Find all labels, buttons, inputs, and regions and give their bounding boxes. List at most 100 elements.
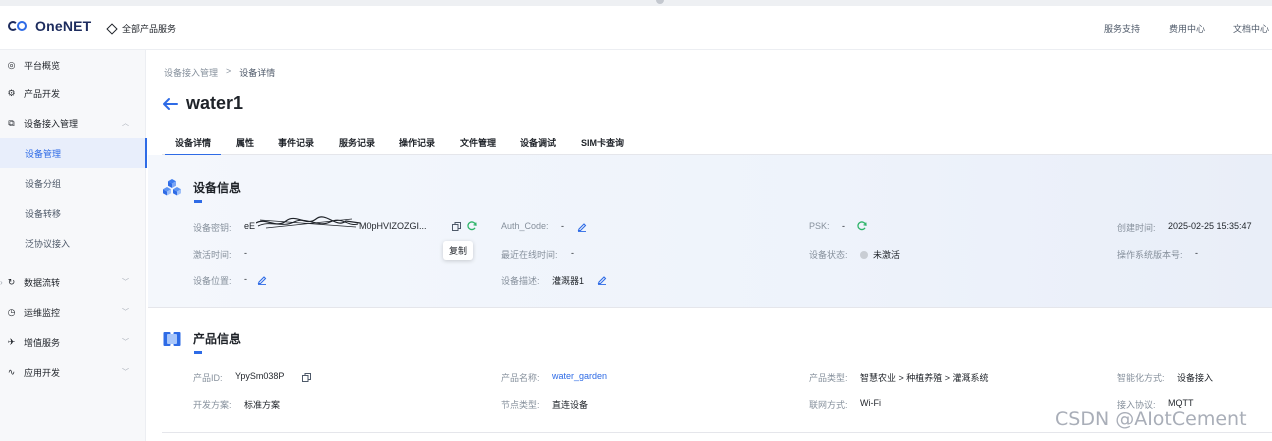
product-id-label: 产品ID:: [193, 373, 223, 383]
device-access-icon: ⧉: [8, 117, 15, 128]
title-row: water1: [162, 93, 243, 114]
device-status-value: 未激活: [873, 250, 901, 260]
copy-product-id-icon[interactable]: [302, 373, 311, 382]
created-time-label: 创建时间:: [1117, 223, 1156, 233]
section-divider: [162, 432, 1272, 433]
sidebar-sub-device-group[interactable]: 设备分组: [0, 168, 146, 198]
status-dot: [860, 251, 868, 259]
sidebar-sub-label: 设备转移: [25, 208, 62, 219]
watermark: CSDN @AIotCement: [1055, 408, 1247, 430]
tab-service-records[interactable]: 服务记录: [339, 136, 375, 149]
os-version-label: 操作系统版本号:: [1117, 250, 1183, 260]
logo-mark-icon: [8, 19, 34, 33]
edit-description-icon[interactable]: [597, 275, 607, 285]
last-online-label: 最近在线时间:: [501, 250, 558, 260]
chevron-down-icon: ﹀: [122, 369, 129, 376]
device-info-heading: 设备信息: [193, 181, 242, 195]
tab-bar: 设备详情 属性 事件记录 服务记录 操作记录 文件管理 设备调试 SIM卡查询: [162, 131, 1272, 156]
sidebar-sub-label: 设备分组: [25, 178, 62, 189]
device-key-value-start: eE: [244, 221, 256, 231]
chevron-down-icon: ﹀: [122, 309, 129, 316]
smart-method-value: 设备接入: [1177, 373, 1214, 383]
all-services-label: 全部产品服务: [122, 24, 177, 34]
sidebar-item-app-dev[interactable]: ∿ 应用开发 ﹀: [0, 357, 146, 387]
logo[interactable]: OneNET: [8, 18, 91, 34]
tab-properties[interactable]: 属性: [236, 136, 254, 149]
product-box-icon: [163, 330, 181, 350]
back-arrow-icon[interactable]: [162, 97, 178, 111]
sidebar-sub-device-transfer[interactable]: 设备转移: [0, 198, 146, 228]
chevron-down-icon: ﹀: [122, 339, 129, 346]
breadcrumb-separator: >: [226, 66, 232, 76]
sidebar-sub-label: 设备管理: [25, 148, 62, 159]
sidebar-item-label: 运维监控: [24, 307, 61, 318]
sidebar-sub-label: 泛协议接入: [25, 238, 71, 249]
sidebar-item-label: 产品开发: [24, 88, 61, 99]
refresh-psk-icon[interactable]: [857, 221, 867, 231]
product-type-value: 智慧农业 > 种植养殖 > 灌溉系统: [860, 373, 989, 383]
network-value: Wi-Fi: [860, 398, 881, 408]
monitor-icon: ◷: [7, 306, 16, 317]
tab-operation-records[interactable]: 操作记录: [399, 136, 435, 149]
nav-support[interactable]: 服务支持: [1104, 22, 1140, 35]
product-type-label: 产品类型:: [809, 373, 848, 383]
sidebar-item-value-added[interactable]: ✈ 增值服务 ﹀: [0, 327, 146, 357]
psk-value: -: [842, 221, 845, 231]
copy-key-icon[interactable]: [452, 222, 461, 231]
nav-billing[interactable]: 费用中心: [1169, 22, 1205, 35]
activated-time-label: 激活时间:: [193, 250, 232, 260]
auth-code-value: -: [561, 221, 564, 231]
scroll-indicator: [656, 0, 664, 4]
sidebar-item-label: 设备接入管理: [24, 118, 79, 129]
network-label: 联网方式:: [809, 400, 848, 410]
nav-docs[interactable]: 文档中心: [1233, 22, 1269, 35]
app-dev-icon: ∿: [7, 366, 16, 377]
edit-auth-code-icon[interactable]: [577, 222, 587, 232]
chevron-down-icon: ﹀: [122, 279, 129, 286]
sidebar-sub-device-management[interactable]: 设备管理: [0, 138, 147, 168]
product-name-link[interactable]: water_garden: [552, 371, 607, 381]
tab-file-management[interactable]: 文件管理: [460, 136, 496, 149]
tab-sim-query[interactable]: SIM卡查询: [581, 136, 624, 149]
last-online-value: -: [571, 248, 574, 258]
edit-location-icon[interactable]: [257, 275, 267, 285]
tab-event-records[interactable]: 事件记录: [278, 136, 314, 149]
sidebar-item-label: 应用开发: [24, 367, 61, 378]
sidebar-item-monitor[interactable]: ◷ 运维监控 ﹀: [0, 297, 146, 327]
device-key-value-end: M0pHVIZOZGI...: [359, 221, 427, 231]
device-key-label: 设备密钥:: [193, 223, 232, 233]
product-name-label: 产品名称:: [501, 373, 540, 383]
sidebar-item-product-dev[interactable]: ⚙ 产品开发: [0, 78, 146, 108]
logo-text: OneNET: [35, 18, 92, 34]
tooltip-text: 复制: [448, 246, 467, 256]
sidebar-item-label: 增值服务: [24, 337, 61, 348]
sidebar-item-platform[interactable]: ◎ 平台概览: [0, 50, 146, 80]
activated-time-value: -: [244, 248, 247, 258]
redaction-scribble: [256, 216, 360, 229]
os-version-value: -: [1195, 248, 1198, 258]
auth-code-label: Auth_Code:: [501, 221, 549, 231]
sidebar-item-device-access[interactable]: ⧉ 设备接入管理 ︿: [0, 108, 146, 138]
smart-method-label: 智能化方式:: [1117, 373, 1165, 383]
dev-plan-label: 开发方案:: [193, 400, 232, 410]
diamond-icon: [106, 22, 118, 35]
sidebar: ◎ 平台概览 ⚙ 产品开发 ⧉ 设备接入管理 ︿ 设备管理 设备分组 设备转移 …: [0, 50, 147, 441]
all-services-menu[interactable]: 全部产品服务: [106, 22, 177, 35]
tab-device-debug[interactable]: 设备调试: [520, 136, 556, 149]
copy-tooltip: 复制: [443, 241, 473, 260]
product-dev-icon: ⚙: [7, 87, 16, 98]
sidebar-item-label: 数据流转: [24, 277, 61, 288]
node-type-label: 节点类型:: [501, 400, 540, 410]
location-value: -: [244, 274, 247, 284]
node-type-value: 直连设备: [552, 400, 589, 410]
refresh-key-icon[interactable]: [467, 221, 477, 231]
description-value: 灌溉器1: [552, 276, 585, 286]
dev-plan-value: 标准方案: [244, 400, 281, 410]
breadcrumb-parent[interactable]: 设备接入管理: [164, 66, 218, 79]
sidebar-item-data-flow[interactable]: ↻ 数据流转 ﹀: [0, 267, 146, 297]
tab-device-details[interactable]: 设备详情: [164, 136, 222, 156]
device-status-label: 设备状态:: [809, 250, 848, 260]
product-info-heading: 产品信息: [193, 332, 242, 346]
device-cubes-icon: [163, 178, 181, 198]
sidebar-sub-generic-protocol[interactable]: 泛协议接入: [0, 228, 146, 258]
